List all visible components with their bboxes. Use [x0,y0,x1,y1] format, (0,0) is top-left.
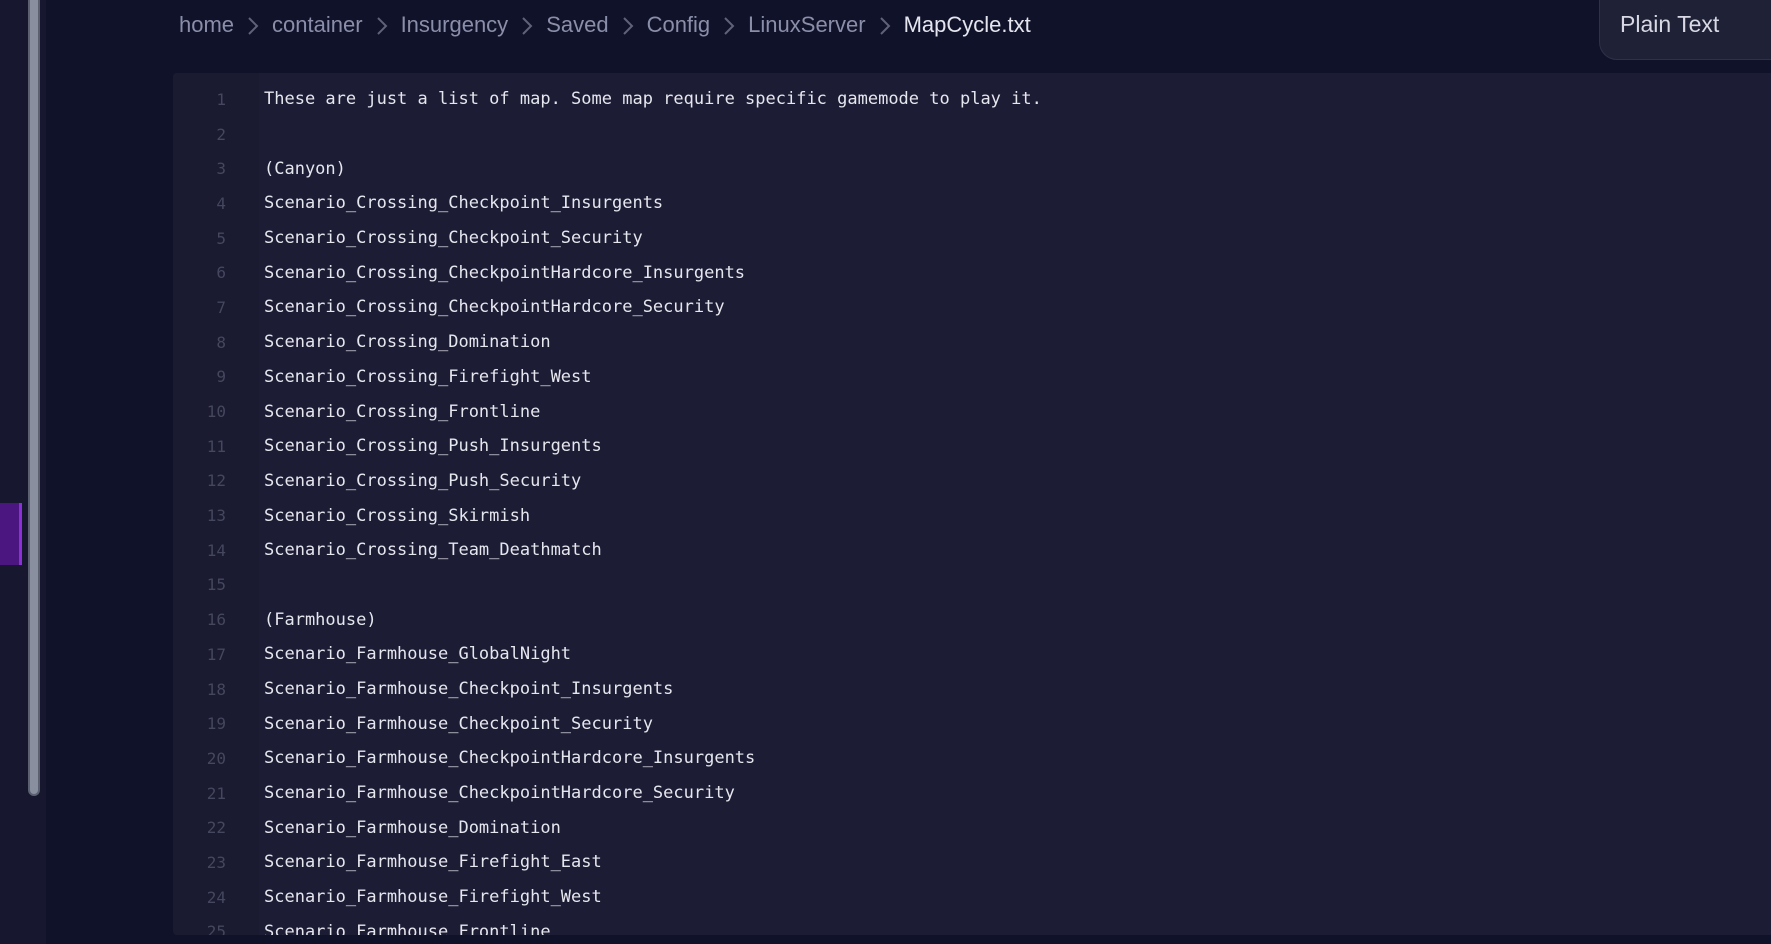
line-text[interactable]: Scenario_Farmhouse_CheckpointHardcore_Se… [264,783,735,803]
line-number: 24 [206,887,226,907]
chevron-right-icon [710,12,748,38]
editor-line[interactable]: 7 Scenario_Crossing_CheckpointHardcore_Se… [173,290,1771,325]
line-number: 8 [216,332,226,352]
line-text[interactable]: Scenario_Crossing_Firefight_West [264,367,592,387]
breadcrumb-item-config[interactable]: Config [647,12,711,38]
line-text[interactable]: Scenario_Crossing_CheckpointHardcore_Ins… [264,263,745,283]
sidebar-scrollbar[interactable] [28,0,40,796]
editor-line[interactable]: 4 Scenario_Crossing_Checkpoint_Insurgents [173,186,1771,221]
editor-line[interactable]: 16 (Farmhouse) [173,602,1771,637]
line-number: 6 [216,263,226,283]
chevron-right-icon [609,12,647,38]
editor-line[interactable]: 2 [173,117,1771,152]
editor-line[interactable]: 18 Scenario_Farmhouse_Checkpoint_Insurgen… [173,672,1771,707]
active-item-marker [0,503,22,565]
line-text[interactable]: Scenario_Crossing_Domination [264,332,551,352]
editor-line[interactable]: 5 Scenario_Crossing_Checkpoint_Security [173,221,1771,256]
line-text[interactable]: Scenario_Farmhouse_CheckpointHardcore_In… [264,748,755,768]
left-sidebar-rail [0,0,46,944]
line-number: 25 [206,922,226,935]
editor-line[interactable]: 1 These are just a list of map. Some map … [173,82,1771,117]
line-text[interactable]: Scenario_Farmhouse_Firefight_West [264,887,602,907]
line-number: 19 [206,714,226,734]
line-text[interactable]: Scenario_Farmhouse_GlobalNight [264,644,571,664]
breadcrumb-item-current-file[interactable]: MapCycle.txt [904,12,1031,38]
line-number: 18 [206,679,226,699]
editor-line[interactable]: 14 Scenario_Crossing_Team_Deathmatch [173,533,1771,568]
line-number: 5 [216,228,226,248]
breadcrumb-item-insurgency[interactable]: Insurgency [401,12,509,38]
breadcrumb: home container Insurgency Saved Config L… [179,8,1031,42]
editor-line[interactable]: 21 Scenario_Farmhouse_CheckpointHardcore_… [173,776,1771,811]
line-text[interactable]: Scenario_Crossing_Push_Security [264,471,581,491]
chevron-right-icon [866,12,904,38]
line-number: 15 [206,575,226,595]
editor-line[interactable]: 8 Scenario_Crossing_Domination [173,325,1771,360]
line-text[interactable]: Scenario_Crossing_Team_Deathmatch [264,540,602,560]
line-number: 4 [216,193,226,213]
line-number: 14 [206,540,226,560]
line-text[interactable]: Scenario_Crossing_Push_Insurgents [264,436,602,456]
line-text[interactable]: (Farmhouse) [264,610,377,630]
editor-line[interactable]: 20 Scenario_Farmhouse_CheckpointHardcore_… [173,741,1771,776]
editor-line[interactable]: 25 Scenario_Farmhouse_Frontline [173,915,1771,935]
editor-line[interactable]: 12 Scenario_Crossing_Push_Security [173,464,1771,499]
line-text[interactable]: These are just a list of map. Some map r… [264,89,1042,109]
editor-line[interactable]: 10 Scenario_Crossing_Frontline [173,394,1771,429]
chevron-right-icon [508,12,546,38]
breadcrumb-item-saved[interactable]: Saved [546,12,608,38]
code-editor[interactable]: 1 These are just a list of map. Some map … [173,73,1771,935]
chevron-right-icon [234,12,272,38]
line-number: 3 [216,159,226,179]
breadcrumb-item-container[interactable]: container [272,12,363,38]
line-number: 10 [206,402,226,422]
editor-line[interactable]: 11 Scenario_Crossing_Push_Insurgents [173,429,1771,464]
line-text[interactable]: Scenario_Crossing_Checkpoint_Insurgents [264,193,663,213]
line-number: 9 [216,367,226,387]
line-text[interactable]: Scenario_Farmhouse_Domination [264,818,561,838]
line-text[interactable]: Scenario_Crossing_Frontline [264,402,540,422]
line-number: 16 [206,610,226,630]
editor-line[interactable]: 6 Scenario_Crossing_CheckpointHardcore_In… [173,255,1771,290]
line-text[interactable]: Scenario_Farmhouse_Checkpoint_Security [264,714,653,734]
line-number: 20 [206,748,226,768]
editor-line[interactable]: 24 Scenario_Farmhouse_Firefight_West [173,880,1771,915]
line-text[interactable]: Scenario_Crossing_Skirmish [264,506,530,526]
line-text[interactable]: Scenario_Farmhouse_Checkpoint_Insurgents [264,679,673,699]
line-number: 2 [216,124,226,144]
line-number: 11 [206,436,226,456]
editor-line[interactable]: 13 Scenario_Crossing_Skirmish [173,498,1771,533]
editor-window: home container Insurgency Saved Config L… [0,0,1771,944]
editor-line[interactable]: 23 Scenario_Farmhouse_Firefight_East [173,845,1771,880]
line-text[interactable]: Scenario_Farmhouse_Firefight_East [264,852,602,872]
editor-line[interactable]: 9 Scenario_Crossing_Firefight_West [173,360,1771,395]
line-text[interactable]: Scenario_Farmhouse_Frontline [264,922,551,935]
editor-line[interactable]: 22 Scenario_Farmhouse_Domination [173,810,1771,845]
line-number: 17 [206,644,226,664]
editor-lines: 1 These are just a list of map. Some map … [173,82,1771,935]
line-number: 7 [216,297,226,317]
line-number: 23 [206,852,226,872]
editor-line[interactable]: 19 Scenario_Farmhouse_Checkpoint_Security [173,706,1771,741]
chevron-right-icon [363,12,401,38]
breadcrumb-item-home[interactable]: home [179,12,234,38]
editor-line[interactable]: 3 (Canyon) [173,151,1771,186]
editor-line[interactable]: 15 [173,568,1771,603]
line-text[interactable]: (Canyon) [264,159,346,179]
line-number: 22 [206,818,226,838]
line-number: 12 [206,471,226,491]
line-number: 13 [206,506,226,526]
line-text[interactable]: Scenario_Crossing_CheckpointHardcore_Sec… [264,297,725,317]
editor-line[interactable]: 17 Scenario_Farmhouse_GlobalNight [173,637,1771,672]
line-number: 21 [206,783,226,803]
line-text[interactable]: Scenario_Crossing_Checkpoint_Security [264,228,643,248]
line-number: 1 [216,89,226,109]
breadcrumb-item-linuxserver[interactable]: LinuxServer [748,12,865,38]
language-mode-selector[interactable]: Plain Text [1599,0,1771,60]
